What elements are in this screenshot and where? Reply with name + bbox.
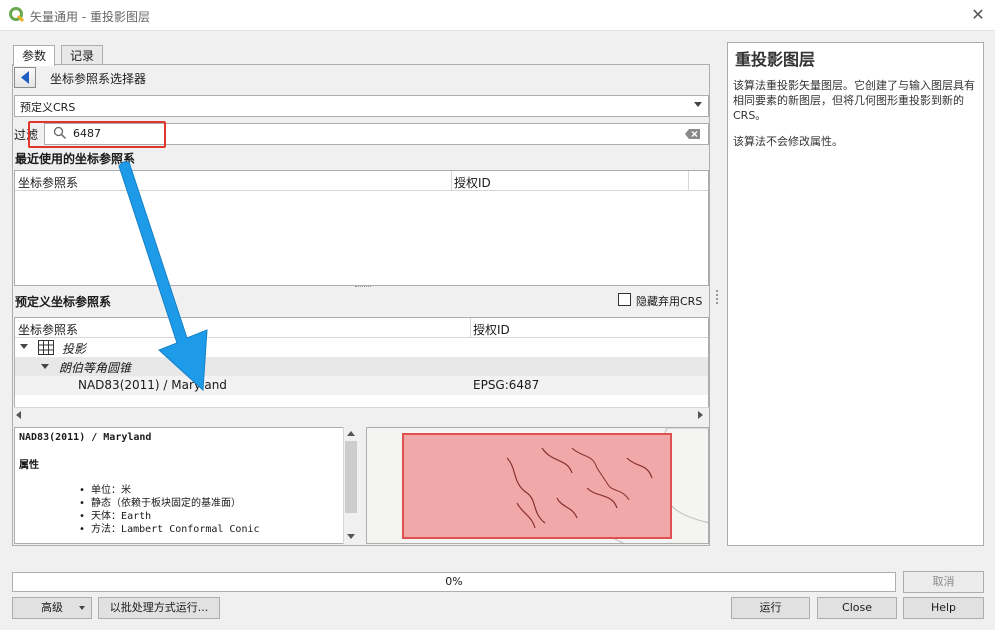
recent-column-crs[interactable]: 坐标参照系 bbox=[18, 174, 78, 191]
tree-label-auth-id: EPSG:6487 bbox=[473, 378, 540, 392]
progress-text: 0% bbox=[445, 575, 463, 588]
hide-deprecated-label: 隐藏弃用CRS bbox=[636, 295, 703, 308]
tab-parameters[interactable]: 参数 bbox=[13, 45, 56, 66]
expand-icon[interactable] bbox=[41, 364, 49, 369]
clear-icon[interactable] bbox=[685, 128, 701, 140]
tab-log[interactable]: 记录 bbox=[61, 45, 104, 65]
crs-extent-map[interactable] bbox=[366, 427, 709, 544]
annotation-arrow-icon bbox=[118, 161, 208, 392]
scroll-right-icon[interactable] bbox=[698, 411, 703, 419]
batch-run-button[interactable]: 以批处理方式运行... bbox=[98, 597, 220, 619]
close-button[interactable]: Close bbox=[817, 597, 897, 619]
chevron-down-icon bbox=[694, 102, 702, 107]
help-description: 该算法重投影矢量图层。它创建了与输入图层具有相同要素的新图层，但将几何图形重投影… bbox=[733, 79, 975, 122]
scroll-left-icon[interactable] bbox=[16, 411, 21, 419]
details-crs-name: NAD83(2011) / Maryland bbox=[19, 432, 152, 443]
predefined-column-crs[interactable]: 坐标参照系 bbox=[18, 321, 78, 338]
selector-title: 坐标参照系选择器 bbox=[50, 72, 147, 86]
details-scrollbar[interactable] bbox=[343, 427, 358, 544]
run-button[interactable]: 运行 bbox=[731, 597, 810, 619]
details-item: • 方法：Lambert Conformal Conic bbox=[79, 524, 260, 535]
scroll-down-icon[interactable] bbox=[347, 534, 355, 539]
close-window-button[interactable]: ✕ bbox=[967, 4, 989, 26]
scroll-up-icon[interactable] bbox=[347, 431, 355, 436]
details-section-title: 属性 bbox=[19, 460, 39, 471]
recent-column-auth-id[interactable]: 授权ID bbox=[454, 174, 491, 191]
qgis-logo-icon bbox=[9, 7, 25, 23]
filter-highlight-annotation bbox=[28, 121, 166, 148]
crs-details-panel: NAD83(2011) / Maryland 属性 • 单位：米 • 静态（依赖… bbox=[14, 427, 358, 544]
advanced-button[interactable]: 高级 bbox=[12, 597, 92, 619]
window-title: 矢量通用 - 重投影图层 bbox=[30, 10, 150, 24]
help-note: 该算法不会修改属性。 bbox=[733, 135, 843, 148]
pane-splitter[interactable] bbox=[716, 290, 719, 304]
predefined-column-auth-id[interactable]: 授权ID bbox=[473, 321, 510, 338]
grid-icon bbox=[38, 340, 54, 355]
expand-icon[interactable] bbox=[20, 344, 28, 349]
help-title: 重投影图层 bbox=[735, 50, 816, 69]
chevron-down-icon bbox=[79, 606, 85, 610]
crs-type-select[interactable]: 预定义CRS bbox=[14, 95, 709, 117]
back-button[interactable] bbox=[14, 67, 36, 88]
splitter-handle[interactable] bbox=[355, 286, 371, 289]
hide-deprecated-checkbox[interactable] bbox=[618, 293, 631, 306]
progress-bar: 0% bbox=[12, 572, 896, 592]
back-arrow-icon bbox=[21, 71, 29, 84]
cancel-button[interactable]: 取消 bbox=[903, 571, 984, 593]
scroll-thumb[interactable] bbox=[345, 441, 357, 513]
tree-label-projection: 投影 bbox=[62, 342, 87, 356]
horizontal-scrollbar[interactable] bbox=[14, 407, 709, 422]
advanced-label: 高级 bbox=[41, 601, 63, 614]
extent-map-graphic bbox=[367, 428, 708, 543]
help-button[interactable]: Help bbox=[903, 597, 984, 619]
predefined-crs-title: 预定义坐标参照系 bbox=[15, 295, 112, 309]
